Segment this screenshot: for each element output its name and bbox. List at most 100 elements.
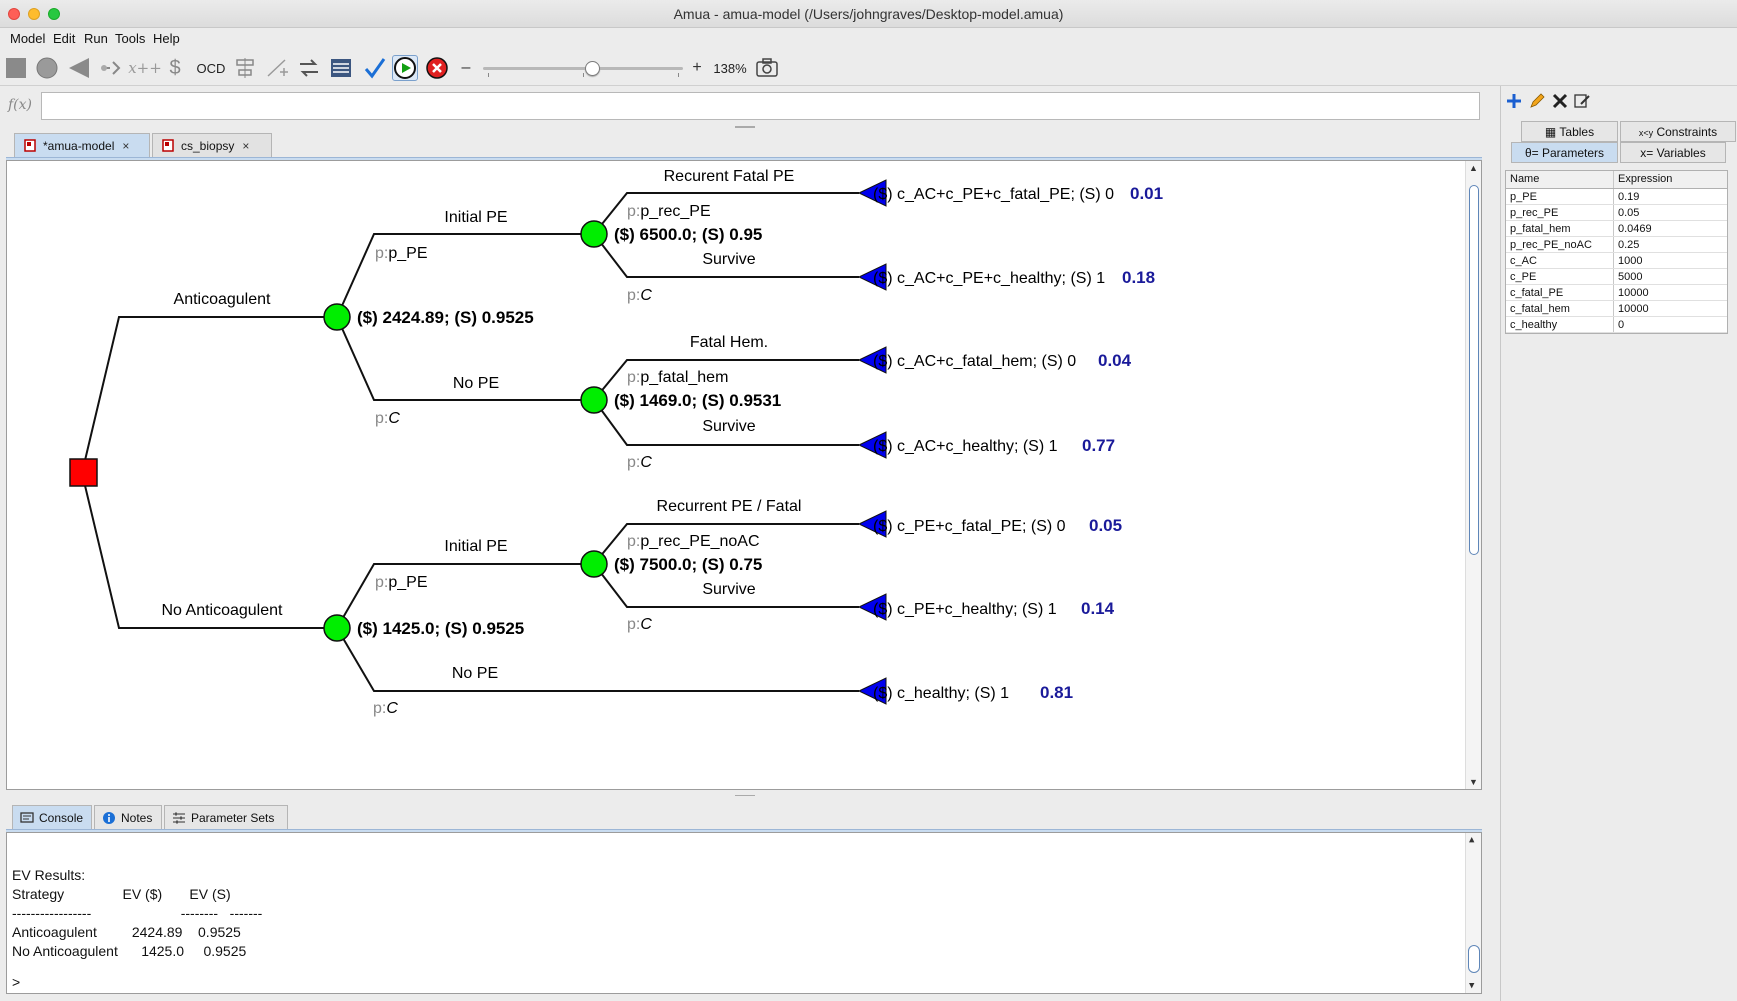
chance-node-ac-nope[interactable]	[580, 386, 608, 414]
console-prompt[interactable]: >	[12, 974, 20, 990]
param-name[interactable]: c_healthy	[1510, 319, 1557, 331]
menu-help[interactable]: Help	[153, 31, 180, 46]
menu-run[interactable]: Run	[84, 31, 108, 46]
param-expression[interactable]: 0.05	[1618, 207, 1639, 219]
strategy-label-nac[interactable]: No Anticoagulent	[162, 602, 284, 619]
scroll-thumb[interactable]	[1469, 185, 1479, 555]
table-row[interactable]: p_rec_PE 0.05	[1506, 205, 1727, 221]
decision-tree-canvas[interactable]: Anticoagulent No Anticoagulent ($) 2424.…	[6, 160, 1482, 790]
param-expression[interactable]: 10000	[1618, 287, 1649, 299]
prob-expression[interactable]: p:p_PE	[375, 245, 427, 262]
chance-node-nac-initial[interactable]	[580, 550, 608, 578]
strategy-label-ac[interactable]: Anticoagulent	[174, 291, 272, 308]
add-branch-icon[interactable]	[264, 55, 290, 81]
table-row[interactable]: c_fatal_hem 10000	[1506, 301, 1727, 317]
table-row[interactable]: p_fatal_hem 0.0469	[1506, 221, 1727, 237]
align-icon[interactable]	[232, 55, 258, 81]
zoom-slider[interactable]	[483, 60, 683, 77]
tab-cs-biopsy[interactable]: cs_biopsy ×	[152, 133, 272, 157]
param-expression[interactable]: 0.19	[1618, 191, 1639, 203]
branch-label[interactable]: Survive	[702, 581, 755, 598]
prob-expression[interactable]: p:C	[627, 616, 652, 633]
zoom-out-button[interactable]: –	[456, 55, 476, 81]
cost-icon[interactable]: $	[162, 55, 188, 81]
menu-edit[interactable]: Edit	[53, 31, 75, 46]
param-name[interactable]: c_AC	[1510, 255, 1537, 267]
panel-splitter[interactable]	[0, 792, 1490, 800]
terminal-payoff[interactable]: ($) c_PE+c_fatal_PE; (S) 0	[873, 518, 1066, 535]
tab-close-icon[interactable]: ×	[242, 139, 249, 153]
zoom-in-button[interactable]: +	[687, 55, 707, 81]
prob-expression[interactable]: p:C	[373, 700, 398, 717]
branch-label[interactable]: Survive	[702, 251, 755, 268]
tab-tables[interactable]: ▦ Tables	[1521, 121, 1618, 142]
chance-node-ac[interactable]	[323, 303, 351, 331]
column-header-name[interactable]: Name	[1510, 173, 1539, 185]
param-expression[interactable]: 5000	[1618, 271, 1642, 283]
branch-label[interactable]: Survive	[702, 418, 755, 435]
swap-icon[interactable]	[296, 55, 322, 81]
param-name[interactable]: c_PE	[1510, 271, 1536, 283]
update-variable-icon[interactable]: x++	[128, 55, 162, 81]
check-model-icon[interactable]	[362, 55, 388, 81]
chance-node-nac[interactable]	[323, 614, 351, 642]
tab-parameter-sets[interactable]: Parameter Sets	[164, 805, 288, 829]
tab-parameters[interactable]: θ= Parameters	[1511, 142, 1618, 163]
param-name[interactable]: p_rec_PE_noAC	[1510, 239, 1592, 251]
tab-console[interactable]: Console	[12, 805, 92, 829]
tab-notes[interactable]: Notes	[94, 805, 162, 829]
param-name[interactable]: p_fatal_hem	[1510, 223, 1571, 235]
add-icon[interactable]	[1505, 92, 1523, 110]
param-name[interactable]: p_rec_PE	[1510, 207, 1558, 219]
prob-expression[interactable]: p:p_rec_PE	[627, 203, 711, 220]
console-output[interactable]: EV Results: Strategy EV ($) EV (S) -----…	[6, 832, 1482, 994]
terminal-payoff[interactable]: ($) c_AC+c_fatal_hem; (S) 0	[873, 353, 1076, 370]
prob-expression[interactable]: p:p_fatal_hem	[627, 369, 728, 386]
decision-node-button[interactable]	[3, 55, 29, 81]
table-row[interactable]: c_healthy 0	[1506, 317, 1727, 333]
branch-label[interactable]: Recurent Fatal PE	[664, 168, 795, 185]
terminal-payoff[interactable]: ($) c_healthy; (S) 1	[873, 685, 1009, 702]
formula-input[interactable]	[41, 92, 1480, 120]
branch-label[interactable]: Fatal Hem.	[690, 334, 768, 351]
menu-model[interactable]: Model	[10, 31, 45, 46]
terminal-payoff[interactable]: ($) c_AC+c_healthy; (S) 1	[873, 438, 1058, 455]
chance-node-button[interactable]	[34, 55, 60, 81]
terminal-payoff[interactable]: ($) c_AC+c_PE+c_healthy; (S) 1	[873, 270, 1105, 287]
table-row[interactable]: c_fatal_PE 10000	[1506, 285, 1727, 301]
param-expression[interactable]: 10000	[1618, 303, 1649, 315]
edit-pencil-icon[interactable]	[1528, 92, 1546, 110]
edit-table-icon[interactable]	[1573, 92, 1591, 110]
branch-label[interactable]: Recurrent PE / Fatal	[657, 498, 802, 515]
scroll-down-icon[interactable]: ▼	[1469, 981, 1474, 991]
scroll-up-icon[interactable]: ▲	[1469, 835, 1474, 845]
tab-variables[interactable]: x= Variables	[1620, 142, 1726, 163]
param-name[interactable]: c_fatal_PE	[1510, 287, 1563, 299]
markov-chain-icon[interactable]	[98, 55, 124, 81]
scroll-thumb[interactable]	[1468, 945, 1480, 973]
param-expression[interactable]: 0.25	[1618, 239, 1639, 251]
scroll-down-icon[interactable]: ▼	[1469, 777, 1478, 787]
cancel-run-icon[interactable]	[424, 55, 450, 81]
camera-icon[interactable]	[754, 55, 780, 81]
splitter-handle[interactable]	[735, 126, 755, 128]
scroll-up-icon[interactable]: ▲	[1469, 163, 1478, 173]
table-row[interactable]: p_PE 0.19	[1506, 189, 1727, 205]
prob-expression[interactable]: p:C	[627, 287, 652, 304]
param-expression[interactable]: 1000	[1618, 255, 1642, 267]
table-row[interactable]: c_PE 5000	[1506, 269, 1727, 285]
branch-label[interactable]: Initial PE	[444, 538, 507, 555]
decision-node[interactable]	[69, 458, 98, 487]
delete-icon[interactable]	[1551, 92, 1569, 110]
table-row[interactable]: p_rec_PE_noAC 0.25	[1506, 237, 1727, 253]
terminal-payoff[interactable]: ($) c_PE+c_healthy; (S) 1	[873, 601, 1057, 618]
ocd-button[interactable]: OCD	[196, 55, 226, 81]
run-model-icon[interactable]	[392, 55, 418, 81]
param-name[interactable]: c_fatal_hem	[1510, 303, 1570, 315]
branch-label[interactable]: No PE	[453, 375, 499, 392]
tab-amua-model[interactable]: *amua-model ×	[14, 133, 150, 157]
param-expression[interactable]: 0	[1618, 319, 1624, 331]
tab-close-icon[interactable]: ×	[122, 139, 129, 153]
param-expression[interactable]: 0.0469	[1618, 223, 1652, 235]
terminal-payoff[interactable]: ($) c_AC+c_PE+c_fatal_PE; (S) 0	[873, 186, 1114, 203]
